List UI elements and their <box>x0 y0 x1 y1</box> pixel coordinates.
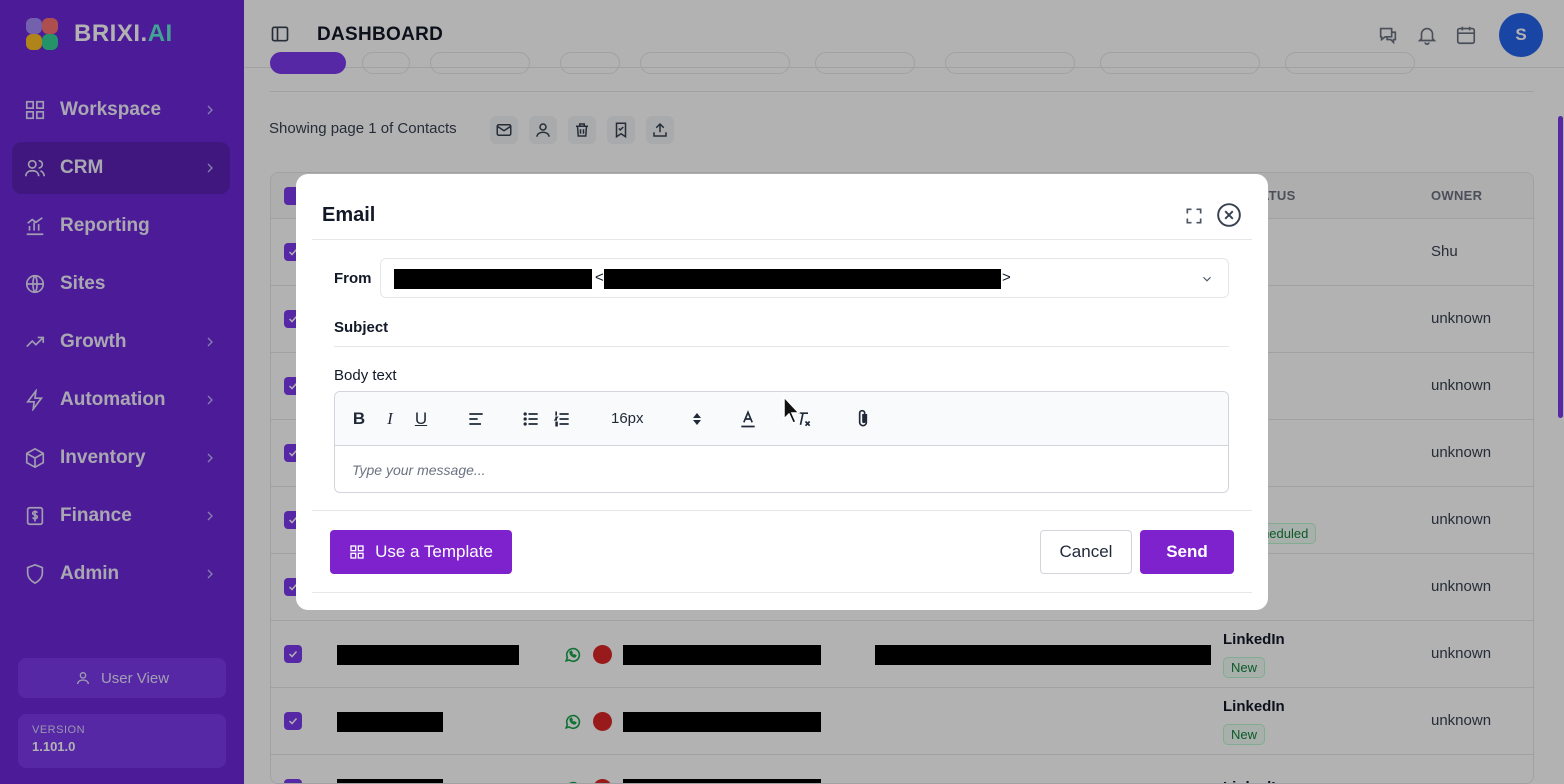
align-left-icon[interactable] <box>466 409 486 429</box>
template-grid-icon <box>350 545 364 559</box>
attachment-icon[interactable] <box>853 409 873 429</box>
redacted-sender-name <box>394 269 592 289</box>
chevron-down-icon <box>1203 276 1211 282</box>
use-template-label: Use a Template <box>375 542 493 561</box>
body-label: Body text <box>334 367 397 384</box>
font-size-select[interactable]: 16px <box>611 410 644 427</box>
editor-toolbar: B I U 16px <box>335 392 1228 446</box>
bold-icon[interactable]: B <box>349 409 369 429</box>
modal-divider <box>312 239 1252 240</box>
body-editor: B I U 16px Type your message... <box>334 391 1229 493</box>
send-button[interactable]: Send <box>1140 530 1234 574</box>
numbered-list-icon[interactable] <box>552 409 572 429</box>
redacted-sender-email <box>604 269 1001 289</box>
subject-label[interactable]: Subject <box>334 319 388 336</box>
cancel-button[interactable]: Cancel <box>1040 530 1132 574</box>
modal-title: Email <box>322 204 376 226</box>
from-angle-close: > <box>1002 269 1011 286</box>
bullet-list-icon[interactable] <box>521 409 541 429</box>
text-color-icon[interactable] <box>738 409 758 429</box>
from-select[interactable]: < > <box>380 258 1229 298</box>
use-template-button[interactable]: Use a Template <box>330 530 512 574</box>
mouse-cursor-icon <box>783 396 801 424</box>
underline-icon[interactable]: U <box>411 409 431 429</box>
modal-divider <box>312 510 1252 511</box>
from-label: From <box>334 270 372 287</box>
email-modal: Email From < > Subject Body text B I U 1… <box>296 174 1268 610</box>
subject-input-underline <box>334 346 1229 347</box>
modal-divider <box>312 592 1252 593</box>
expand-icon[interactable] <box>1184 206 1204 226</box>
close-icon[interactable] <box>1216 202 1242 228</box>
message-textarea[interactable]: Type your message... <box>352 462 486 478</box>
updown-arrows-icon[interactable] <box>691 411 703 427</box>
from-angle-open: < <box>595 269 604 286</box>
italic-icon[interactable]: I <box>380 409 400 429</box>
